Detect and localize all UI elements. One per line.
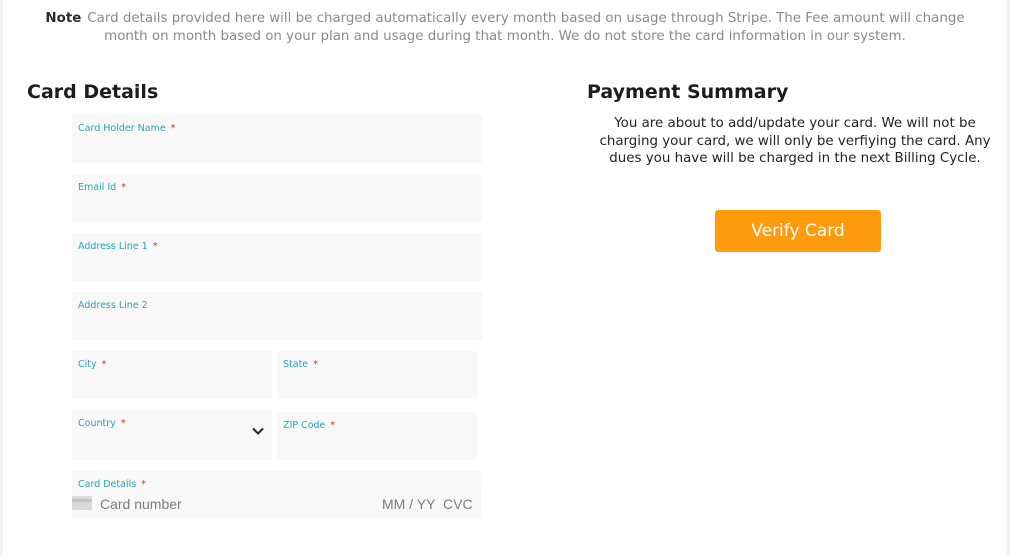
payment-summary-text: You are about to add/update your card. W…	[599, 116, 991, 166]
city-label: City	[78, 359, 97, 370]
verify-card-button[interactable]: Verify Card	[715, 210, 881, 252]
required-mark: *	[313, 359, 318, 370]
card-form-panel: Note Card details provided here will be c…	[3, 0, 1007, 556]
card-cvc-input[interactable]: CVC	[443, 496, 473, 512]
state-field[interactable]: State *	[277, 351, 477, 399]
required-mark: *	[170, 123, 176, 134]
chevron-down-icon[interactable]	[252, 427, 264, 435]
address-line-2-label: Address Line 2	[78, 300, 148, 311]
zip-code-field[interactable]: ZIP Code *	[277, 412, 477, 460]
required-mark: *	[152, 241, 158, 252]
card-details-title: Card Details	[27, 81, 159, 103]
email-field[interactable]: Email Id *	[72, 174, 482, 222]
note-text: Card details provided here will be charg…	[87, 11, 965, 44]
card-input[interactable]: Card number MM / YY CVC	[72, 488, 481, 518]
country-label: Country	[78, 418, 116, 429]
payment-summary-title: Payment Summary	[587, 81, 789, 103]
card-holder-name-label: Card Holder Name	[78, 123, 166, 134]
required-mark: *	[121, 182, 126, 193]
note: Note Card details provided here will be c…	[3, 10, 1007, 46]
note-label: Note	[45, 11, 82, 26]
credit-card-icon	[72, 496, 92, 510]
address-line-1-label: Address Line 1	[78, 241, 148, 252]
address-line-2-field[interactable]: Address Line 2	[72, 292, 482, 340]
card-expiry-input[interactable]: MM / YY	[382, 496, 435, 512]
address-line-1-field[interactable]: Address Line 1 *	[72, 233, 482, 281]
card-details-label-area: Card Details *	[72, 471, 482, 490]
city-field[interactable]: City *	[72, 351, 272, 399]
card-holder-name-field[interactable]: Card Holder Name *	[72, 115, 482, 163]
required-mark: *	[120, 418, 126, 429]
required-mark: *	[330, 420, 336, 431]
required-mark: *	[101, 359, 107, 370]
country-select[interactable]: Country *	[72, 410, 272, 460]
state-label: State	[283, 359, 309, 370]
card-number-input[interactable]: Card number	[100, 496, 182, 512]
email-label: Email Id	[78, 182, 117, 193]
zip-code-label: ZIP Code	[283, 420, 326, 431]
